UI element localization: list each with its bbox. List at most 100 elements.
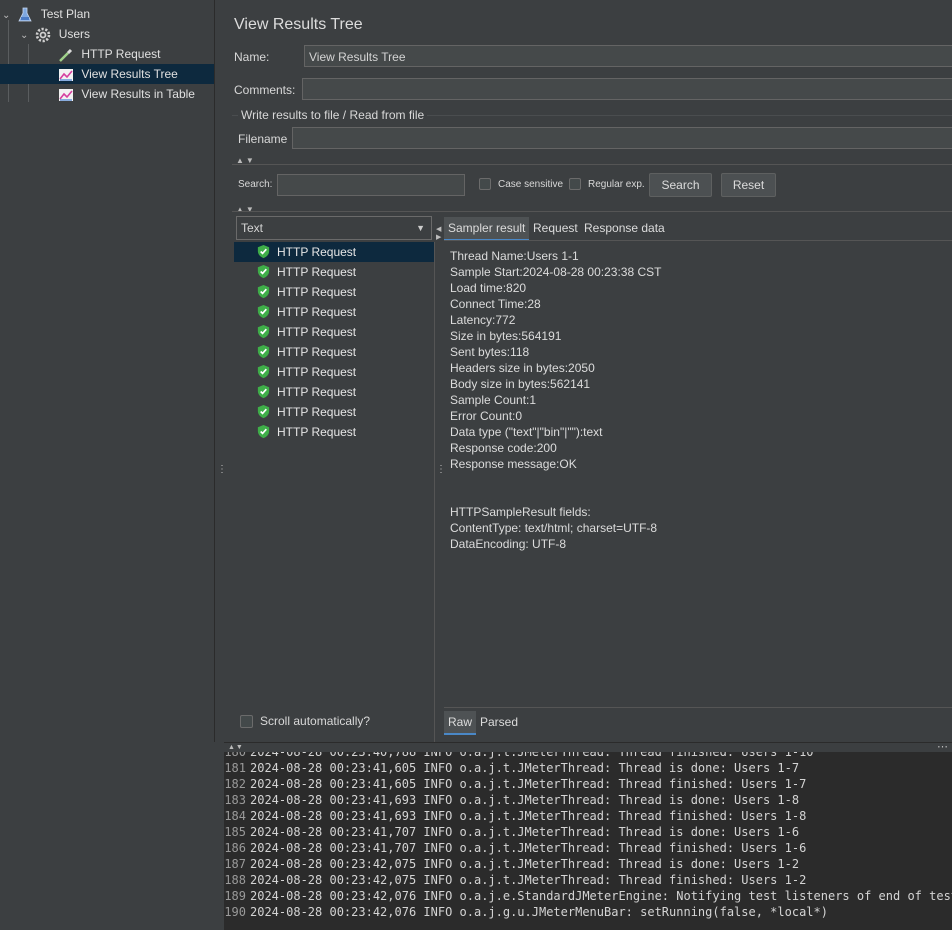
log-line: 185 2024-08-28 00:23:41,707 INFO o.a.j.t.…	[224, 824, 799, 840]
result-row[interactable]: HTTP Request	[234, 262, 434, 282]
detail-line: ContentType: text/html; charset=UTF-8	[450, 521, 658, 535]
tab-parsed[interactable]: Parsed	[476, 711, 522, 733]
result-row[interactable]: HTTP Request	[234, 382, 434, 402]
log-line-text: 2024-08-28 00:23:42,075 INFO o.a.j.t.JMe…	[250, 873, 807, 887]
success-shield-icon	[257, 424, 270, 439]
page-title: View Results Tree	[234, 16, 363, 33]
log-line: 183 2024-08-28 00:23:41,693 INFO o.a.j.t.…	[224, 792, 799, 808]
regex-label: Regular exp.	[588, 179, 645, 190]
result-row[interactable]: HTTP Request	[234, 242, 434, 262]
success-shield-icon	[257, 244, 270, 259]
tree-item-http-request[interactable]: HTTP Request	[58, 44, 161, 64]
result-row[interactable]: HTTP Request	[234, 282, 434, 302]
search-button[interactable]: Search	[649, 173, 712, 197]
detail-line: Error Count:0	[450, 409, 523, 423]
tree-item-test-plan[interactable]: ⌄ Test Plan	[2, 4, 90, 24]
result-row-label: HTTP Request	[277, 385, 357, 399]
dropdown-arrow-icon[interactable]: ▼	[416, 217, 425, 239]
detail-line: Thread Name:Users 1-1	[450, 249, 579, 263]
name-field[interactable]: View Results Tree	[304, 45, 952, 67]
detail-line: Latency:772	[450, 313, 516, 327]
log-line-text: 2024-08-28 00:23:41,707 INFO o.a.j.t.JMe…	[250, 841, 807, 855]
renderer-select[interactable]: Text ▼	[236, 216, 432, 240]
detail-line: Load time:820	[450, 281, 527, 295]
detail-line: Connect Time:28	[450, 297, 541, 311]
regex-checkbox[interactable]	[569, 178, 581, 190]
results-list: HTTP Request HTTP Request HTTP Request HTTP…	[234, 242, 434, 742]
detail-line: DataEncoding: UTF-8	[450, 537, 567, 551]
tab-response-data[interactable]: Response data	[580, 217, 669, 239]
log-line: 180 2024-08-28 00:23:40,788 INFO o.a.j.t.…	[224, 752, 814, 760]
name-label: Name:	[234, 50, 270, 64]
comments-label: Comments:	[234, 83, 296, 97]
chevron-down-icon[interactable]: ⌄	[2, 6, 14, 26]
graph-icon	[59, 68, 73, 81]
detail-line: Sample Start:2024-08-28 00:23:38 CST	[450, 265, 662, 279]
log-line-text: 2024-08-28 00:23:40,788 INFO o.a.j.t.JMe…	[250, 752, 814, 759]
log-line: 189 2024-08-28 00:23:42,076 INFO o.a.j.e.…	[224, 888, 952, 904]
success-shield-icon	[257, 304, 270, 319]
result-row[interactable]: HTTP Request	[234, 302, 434, 322]
log-line: 188 2024-08-28 00:23:42,075 INFO o.a.j.t.…	[224, 872, 806, 888]
log-line-text: 2024-08-28 00:23:41,707 INFO o.a.j.t.JMe…	[250, 825, 800, 839]
detail-line: Sample Count:1	[450, 393, 537, 407]
tab-raw[interactable]: Raw	[444, 711, 477, 735]
splitter-arrows-icon[interactable]: ◀ ▶	[436, 226, 441, 242]
result-row[interactable]: HTTP Request	[234, 422, 434, 442]
case-sensitive-checkbox[interactable]	[479, 178, 491, 190]
log-line-number: 188	[224, 873, 246, 887]
log-line-text: 2024-08-28 00:23:41,693 INFO o.a.j.t.JMe…	[250, 793, 800, 807]
flask-icon	[18, 7, 32, 22]
tree-item-view-results-in-table[interactable]: View Results in Table	[58, 84, 195, 104]
log-line-number: 184	[224, 809, 246, 823]
detail-tab-bar: Sampler result Request Response data	[444, 216, 952, 241]
search-input[interactable]	[277, 174, 465, 196]
result-row[interactable]: HTTP Request	[234, 402, 434, 422]
log-line-text: 2024-08-28 00:23:41,605 INFO o.a.j.t.JMe…	[250, 777, 807, 791]
result-row-label: HTTP Request	[277, 425, 357, 439]
chevron-down-icon[interactable]: ⌄	[20, 26, 32, 46]
test-plan-tree: ⌄ Test Plan ⌄ Users HTTP Request View Re…	[0, 0, 214, 742]
log-line-number: 180	[224, 752, 246, 759]
log-line-text: 2024-08-28 00:23:42,075 INFO o.a.j.t.JMe…	[250, 857, 800, 871]
tree-guide-line	[8, 20, 9, 102]
filename-field[interactable]	[292, 127, 952, 149]
success-shield-icon	[257, 344, 270, 359]
detail-line: Response message:OK	[450, 457, 577, 471]
collapse-arrows-icon[interactable]: ▲▼	[228, 744, 244, 751]
result-row-label: HTTP Request	[277, 365, 357, 379]
log-line: 181 2024-08-28 00:23:41,605 INFO o.a.j.t.…	[224, 760, 799, 776]
result-row[interactable]: HTTP Request	[234, 342, 434, 362]
comments-field[interactable]	[302, 78, 952, 100]
tree-item-users[interactable]: ⌄ Users	[20, 24, 90, 44]
result-row[interactable]: HTTP Request	[234, 362, 434, 382]
tree-item-view-results-tree[interactable]: View Results Tree	[0, 64, 214, 84]
vertical-splitter[interactable]: ⋮	[214, 0, 227, 742]
tab-request[interactable]: Request	[529, 217, 582, 239]
log-panel[interactable]: 180 2024-08-28 00:23:40,788 INFO o.a.j.t.…	[224, 752, 952, 930]
success-shield-icon	[257, 384, 270, 399]
collapse-arrows-icon[interactable]: ▲▼	[236, 205, 256, 214]
tab-sampler-result[interactable]: Sampler result	[444, 217, 530, 241]
result-row-label: HTTP Request	[277, 305, 357, 319]
result-row[interactable]: HTTP Request	[234, 322, 434, 342]
sampler-result-text[interactable]: Thread Name:Users 1-1 Sample Start:2024-0…	[444, 242, 952, 708]
success-shield-icon	[257, 284, 270, 299]
success-shield-icon	[257, 404, 270, 419]
result-row-label: HTTP Request	[277, 265, 357, 279]
result-row-label: HTTP Request	[277, 325, 357, 339]
detail-line: Response code:200	[450, 441, 557, 455]
log-line: 182 2024-08-28 00:23:41,605 INFO o.a.j.t.…	[224, 776, 806, 792]
log-line-number: 181	[224, 761, 246, 775]
detail-line: Data type ("text"|"bin"|""):text	[450, 425, 603, 439]
log-line-text: 2024-08-28 00:23:42,076 INFO o.a.j.g.u.J…	[250, 905, 828, 919]
result-row-label: HTTP Request	[277, 245, 357, 259]
result-row-label: HTTP Request	[277, 285, 357, 299]
filename-label: Filename	[238, 132, 288, 146]
bottom-tab-bar: Raw Parsed	[444, 707, 952, 736]
log-line: 190 2024-08-28 00:23:42,076 INFO o.a.j.g.…	[224, 904, 828, 920]
log-line: 187 2024-08-28 00:23:42,075 INFO o.a.j.t.…	[224, 856, 799, 872]
success-shield-icon	[257, 324, 270, 339]
log-line-number: 182	[224, 777, 246, 791]
reset-button[interactable]: Reset	[721, 173, 776, 197]
